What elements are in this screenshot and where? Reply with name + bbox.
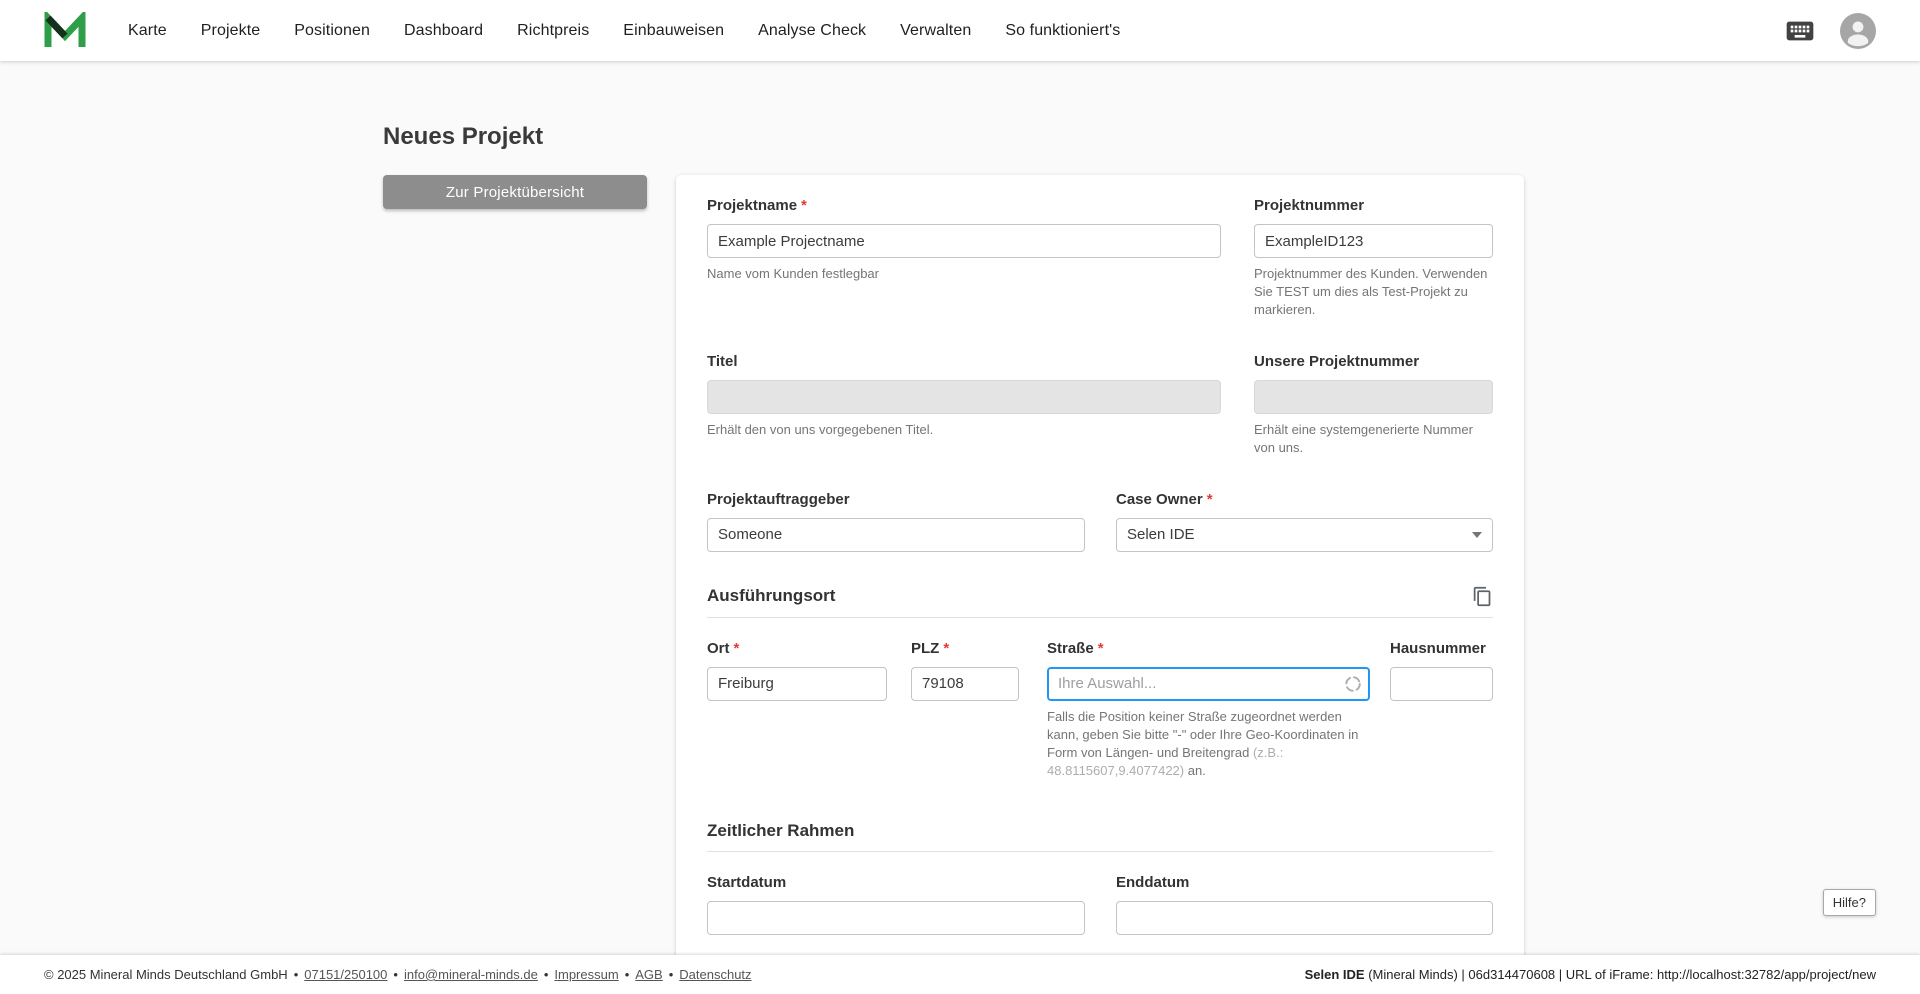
top-navbar: Karte Projekte Positionen Dashboard Rich… — [0, 0, 1920, 61]
plz-input[interactable] — [911, 667, 1019, 701]
nav-item-dashboard[interactable]: Dashboard — [404, 22, 483, 40]
plz-label: PLZ* — [911, 640, 1019, 657]
case-owner-label: Case Owner* — [1116, 491, 1493, 508]
titel-input — [707, 380, 1221, 414]
nav-item-verwalten[interactable]: Verwalten — [900, 22, 971, 40]
strasse-label: Straße* — [1047, 640, 1370, 657]
zur-projektuebersicht-button[interactable]: Zur Projektübersicht — [383, 175, 647, 209]
projektauftraggeber-field: Projektauftraggeber — [707, 491, 1085, 552]
ort-field: Ort* — [707, 640, 887, 780]
nav-item-projekte[interactable]: Projekte — [201, 22, 261, 40]
plz-field: PLZ* — [911, 640, 1019, 780]
chevron-down-icon — [1472, 532, 1482, 538]
session-info: Selen IDE (Mineral Minds) | 06d314470608… — [1305, 967, 1876, 982]
case-owner-field: Case Owner* Selen IDE — [1116, 491, 1493, 552]
footer: © 2025 Mineral Minds Deutschland GmbH • … — [0, 955, 1920, 994]
projektnummer-label: Projektnummer — [1254, 197, 1493, 214]
required-marker: * — [801, 197, 807, 214]
session-details: (Mineral Minds) | 06d314470608 | URL of … — [1365, 967, 1876, 982]
email-link[interactable]: info@mineral-minds.de — [404, 967, 538, 982]
strasse-helper: Falls die Position keiner Straße zugeord… — [1047, 708, 1370, 780]
user-avatar-icon[interactable] — [1840, 13, 1876, 49]
titel-helper: Erhält den von uns vorgegebenen Titel. — [707, 421, 1221, 439]
unsere-projektnummer-field: Unsere Projektnummer Erhält eine systemg… — [1254, 353, 1493, 457]
separator: • — [294, 967, 299, 982]
separator: • — [544, 967, 549, 982]
projektauftraggeber-label: Projektauftraggeber — [707, 491, 1085, 508]
required-marker: * — [1207, 491, 1213, 508]
startdatum-input[interactable] — [707, 901, 1085, 935]
nav-item-so-funktionierts[interactable]: So funktioniert's — [1005, 22, 1120, 40]
copy-icon[interactable] — [1472, 586, 1493, 607]
strasse-input[interactable] — [1047, 667, 1370, 701]
project-form-card: Projektname* Name vom Kunden festlegbar … — [676, 175, 1524, 955]
ort-input[interactable] — [707, 667, 887, 701]
session-user: Selen IDE — [1305, 967, 1365, 982]
keyboard-icon[interactable] — [1784, 15, 1816, 47]
projektname-field: Projektname* Name vom Kunden festlegbar — [707, 197, 1221, 319]
enddatum-input[interactable] — [1116, 901, 1493, 935]
enddatum-label: Enddatum — [1116, 874, 1493, 891]
projektauftraggeber-input[interactable] — [707, 518, 1085, 552]
hausnummer-field: Hausnummer — [1390, 640, 1493, 780]
projektname-label: Projektname* — [707, 197, 1221, 214]
section-divider — [707, 851, 1493, 852]
separator: • — [669, 967, 674, 982]
projektnummer-field: Projektnummer Projektnummer des Kunden. … — [1254, 197, 1493, 319]
impressum-link[interactable]: Impressum — [554, 967, 618, 982]
section-divider — [707, 617, 1493, 618]
agb-link[interactable]: AGB — [635, 967, 662, 982]
projektnummer-helper: Projektnummer des Kunden. Verwenden Sie … — [1254, 265, 1493, 319]
nav-item-einbauweisen[interactable]: Einbauweisen — [623, 22, 724, 40]
startdatum-field: Startdatum — [707, 874, 1085, 935]
unsere-projektnummer-helper: Erhält eine systemgenerierte Nummer von … — [1254, 421, 1493, 457]
loading-spinner-icon — [1344, 675, 1362, 698]
titel-field: Titel Erhält den von uns vorgegebenen Ti… — [707, 353, 1221, 457]
main-area: Neues Projekt Zur Projektübersicht Proje… — [0, 61, 1920, 955]
case-owner-select[interactable]: Selen IDE — [1116, 518, 1493, 552]
ausfuehrungsort-heading: Ausführungsort — [707, 586, 835, 606]
enddatum-field: Enddatum — [1116, 874, 1493, 935]
nav-item-positionen[interactable]: Positionen — [294, 22, 370, 40]
help-button[interactable]: Hilfe? — [1823, 889, 1876, 916]
nav-item-analyse-check[interactable]: Analyse Check — [758, 22, 866, 40]
phone-link[interactable]: 07151/250100 — [304, 967, 387, 982]
main-nav: Karte Projekte Positionen Dashboard Rich… — [128, 22, 1120, 40]
titel-label: Titel — [707, 353, 1221, 370]
required-marker: * — [1098, 640, 1104, 657]
required-marker: * — [943, 640, 949, 657]
datenschutz-link[interactable]: Datenschutz — [679, 967, 751, 982]
strasse-field: Straße* Falls die Position keiner Straße… — [1047, 640, 1370, 780]
nav-item-richtpreis[interactable]: Richtpreis — [517, 22, 589, 40]
startdatum-label: Startdatum — [707, 874, 1085, 891]
zeitlicher-rahmen-heading: Zeitlicher Rahmen — [707, 821, 854, 841]
nav-item-karte[interactable]: Karte — [128, 22, 167, 40]
hausnummer-label: Hausnummer — [1390, 640, 1493, 657]
copyright-text: © 2025 Mineral Minds Deutschland GmbH — [44, 967, 288, 982]
projektnummer-input[interactable] — [1254, 224, 1493, 258]
logo-icon — [44, 12, 86, 50]
required-marker: * — [734, 640, 740, 657]
unsere-projektnummer-input — [1254, 380, 1493, 414]
separator: • — [393, 967, 398, 982]
case-owner-value: Selen IDE — [1127, 526, 1195, 543]
hausnummer-input[interactable] — [1390, 667, 1493, 701]
page-title: Neues Projekt — [383, 123, 1141, 151]
unsere-projektnummer-label: Unsere Projektnummer — [1254, 353, 1493, 370]
projektname-helper: Name vom Kunden festlegbar — [707, 265, 1221, 283]
separator: • — [625, 967, 630, 982]
projektname-input[interactable] — [707, 224, 1221, 258]
mineral-minds-logo[interactable] — [44, 12, 86, 50]
ort-label: Ort* — [707, 640, 887, 657]
